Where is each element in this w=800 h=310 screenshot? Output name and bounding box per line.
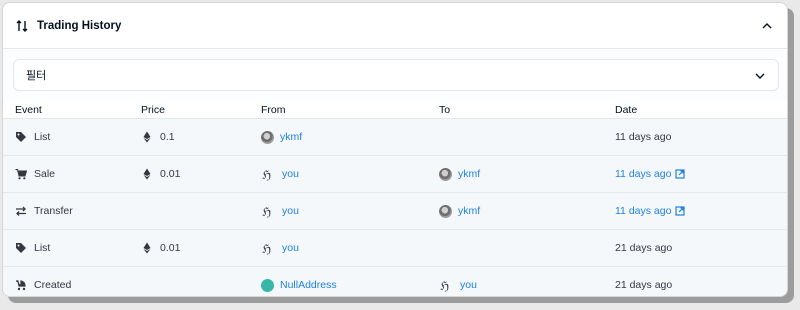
ethereum-icon (141, 242, 153, 254)
from-cell: ℌ you (261, 193, 299, 229)
from-user-link[interactable]: you (282, 242, 299, 254)
tag-icon (15, 242, 27, 254)
table-row: List 0.01 ℌ you 21 days ago (3, 230, 787, 267)
table-row: Created NullAddress ℌ you 21 days ago (3, 267, 787, 296)
price-cell: 0.01 (141, 230, 180, 266)
to-user-link[interactable]: ykmf (458, 205, 480, 217)
from-cell: NullAddress (261, 267, 337, 296)
chevron-down-icon (755, 73, 765, 79)
event-label: Sale (34, 168, 56, 180)
user-glyph-icon[interactable]: ℌ (261, 241, 275, 256)
column-header-price: Price (141, 104, 165, 116)
table-row: Sale 0.01 ℌ you ykmf 11 days ago (3, 156, 787, 193)
external-link-icon[interactable] (675, 169, 686, 179)
ethereum-icon (141, 168, 153, 180)
svg-text:ℌ: ℌ (440, 279, 449, 292)
trading-history-panel: Trading History 필터 Event Price From To D… (2, 2, 788, 297)
chevron-up-icon[interactable] (761, 20, 773, 32)
user-glyph-icon[interactable]: ℌ (261, 204, 275, 219)
date-value: 21 days ago (615, 279, 673, 291)
from-cell: ℌ you (261, 156, 299, 192)
filter-label: 필터 (26, 70, 47, 82)
external-link-icon[interactable] (675, 206, 686, 216)
from-user-link[interactable]: NullAddress (280, 279, 337, 291)
date-value[interactable]: 11 days ago (615, 205, 671, 217)
event-label: Created (34, 279, 72, 291)
cart-icon (15, 168, 28, 180)
price-value: 0.1 (160, 131, 175, 143)
to-cell: ykmf (439, 156, 480, 192)
ethereum-icon (141, 131, 153, 143)
column-header-event: Event (15, 104, 42, 116)
column-header-to: To (439, 104, 451, 116)
table-row: Transfer ℌ you ykmf 11 days ago (3, 193, 787, 230)
from-user-link[interactable]: ykmf (280, 131, 302, 143)
to-user-link[interactable]: ykmf (458, 168, 480, 180)
from-user-link[interactable]: you (282, 168, 299, 180)
user-glyph-icon[interactable]: ℌ (261, 167, 275, 182)
table-header: Event Price From To Date (3, 101, 787, 119)
filter-dropdown[interactable]: 필터 (13, 59, 779, 91)
price-value: 0.01 (160, 168, 181, 180)
to-cell: ℌ you (439, 267, 477, 296)
from-avatar[interactable] (261, 278, 274, 292)
svg-text:ℌ: ℌ (262, 205, 271, 218)
transfer-icon (15, 205, 27, 217)
from-user-link[interactable]: you (282, 205, 299, 217)
filter-area: 필터 (3, 49, 787, 101)
svg-text:ℌ: ℌ (262, 168, 271, 181)
price-cell: 0.1 (141, 119, 175, 155)
to-user-link[interactable]: you (460, 279, 477, 291)
to-avatar[interactable] (439, 167, 452, 181)
user-glyph-icon[interactable]: ℌ (439, 278, 453, 293)
date-cell: 11 days ago (615, 156, 686, 192)
date-value[interactable]: 11 days ago (615, 168, 671, 180)
event-label: Transfer (34, 205, 73, 217)
event-label: List (34, 242, 51, 254)
price-cell: 0.01 (141, 156, 180, 192)
to-cell: ykmf (439, 193, 480, 229)
column-header-from: From (261, 104, 286, 116)
event-cell: Sale (15, 156, 55, 192)
date-value: 11 days ago (615, 131, 672, 143)
tag-icon (15, 131, 27, 143)
stroller-icon (15, 279, 27, 291)
event-cell: Transfer (15, 193, 73, 229)
table-row: List 0.1 ykmf 11 days ago (3, 119, 787, 156)
from-cell: ℌ you (261, 230, 299, 266)
date-cell: 21 days ago (615, 267, 673, 296)
date-cell: 11 days ago (615, 193, 686, 229)
panel-title: Trading History (37, 19, 122, 32)
column-header-date: Date (615, 104, 638, 116)
date-value: 21 days ago (615, 242, 673, 254)
swap-vertical-icon (16, 19, 28, 32)
event-cell: List (15, 119, 50, 155)
date-cell: 11 days ago (615, 119, 671, 155)
event-label: List (34, 131, 51, 143)
from-avatar[interactable] (261, 130, 274, 144)
to-avatar[interactable] (439, 204, 452, 218)
price-value: 0.01 (160, 242, 181, 254)
date-cell: 21 days ago (615, 230, 672, 266)
event-cell: List (15, 230, 50, 266)
event-cell: Created (15, 267, 72, 296)
svg-text:ℌ: ℌ (262, 242, 271, 255)
panel-header[interactable]: Trading History (3, 3, 787, 49)
from-cell: ykmf (261, 119, 302, 155)
